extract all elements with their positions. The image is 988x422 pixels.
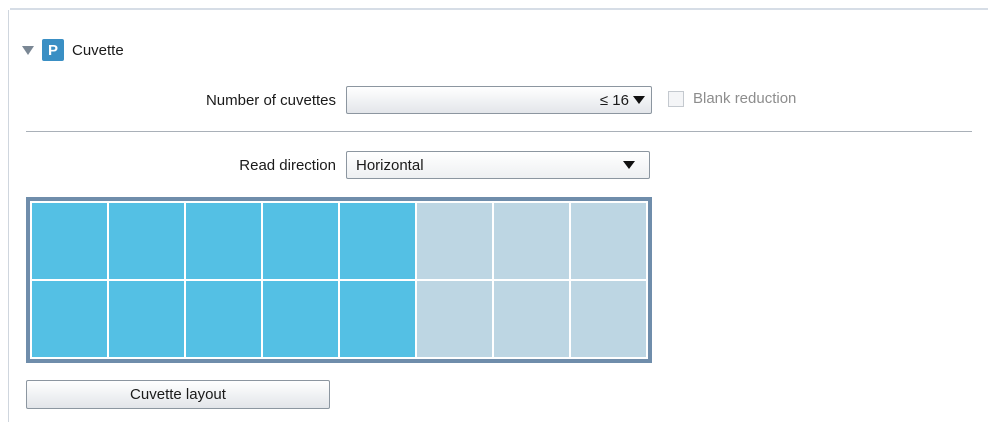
- blank-reduction-checkbox[interactable]: [668, 90, 684, 107]
- cuvette-cell-r1-c1[interactable]: [32, 203, 107, 279]
- cuvette-cell-r2-c8[interactable]: [571, 281, 646, 357]
- read-direction-dropdown[interactable]: Horizontal: [346, 151, 650, 179]
- dropdown-arrow-icon: [633, 96, 645, 104]
- dropdown-arrow-icon: [623, 161, 635, 169]
- cuvette-cell-r2-c1[interactable]: [32, 281, 107, 357]
- blank-reduction-option[interactable]: Blank reduction: [668, 90, 796, 107]
- read-direction-value: Horizontal: [356, 157, 424, 174]
- blank-reduction-label: Blank reduction: [693, 90, 797, 107]
- collapse-triangle-icon[interactable]: [22, 45, 34, 55]
- cuvette-cell-r2-c7[interactable]: [494, 281, 569, 357]
- cuvette-cell-r1-c8[interactable]: [571, 203, 646, 279]
- read-direction-label: Read direction: [239, 157, 336, 174]
- cuvette-cell-r2-c6[interactable]: [417, 281, 492, 357]
- top-border: [10, 8, 988, 10]
- cuvette-cell-r2-c3[interactable]: [186, 281, 261, 357]
- cuvette-cell-r1-c2[interactable]: [109, 203, 184, 279]
- cuvette-cell-r1-c5[interactable]: [340, 203, 415, 279]
- number-of-cuvettes-value: ≤ 16: [599, 92, 629, 109]
- cuvette-section-header[interactable]: P Cuvette: [22, 38, 124, 62]
- number-of-cuvettes-label: Number of cuvettes: [205, 92, 336, 109]
- cuvette-cell-r2-c5[interactable]: [340, 281, 415, 357]
- p-badge-icon: P: [42, 39, 64, 61]
- number-of-cuvettes-dropdown[interactable]: ≤ 16: [346, 86, 652, 114]
- cuvette-grid: [26, 197, 652, 363]
- left-border: [8, 10, 9, 422]
- cuvette-cell-r2-c2[interactable]: [109, 281, 184, 357]
- section-title: Cuvette: [72, 41, 124, 59]
- cuvette-layout-button[interactable]: Cuvette layout: [26, 380, 330, 409]
- cuvette-cell-r2-c4[interactable]: [263, 281, 338, 357]
- section-divider: [26, 131, 972, 132]
- cuvette-cell-r1-c4[interactable]: [263, 203, 338, 279]
- cuvette-cell-r1-c3[interactable]: [186, 203, 261, 279]
- cuvette-cell-r1-c7[interactable]: [494, 203, 569, 279]
- cuvette-cell-r1-c6[interactable]: [417, 203, 492, 279]
- cuvette-grid-cells: [30, 201, 648, 359]
